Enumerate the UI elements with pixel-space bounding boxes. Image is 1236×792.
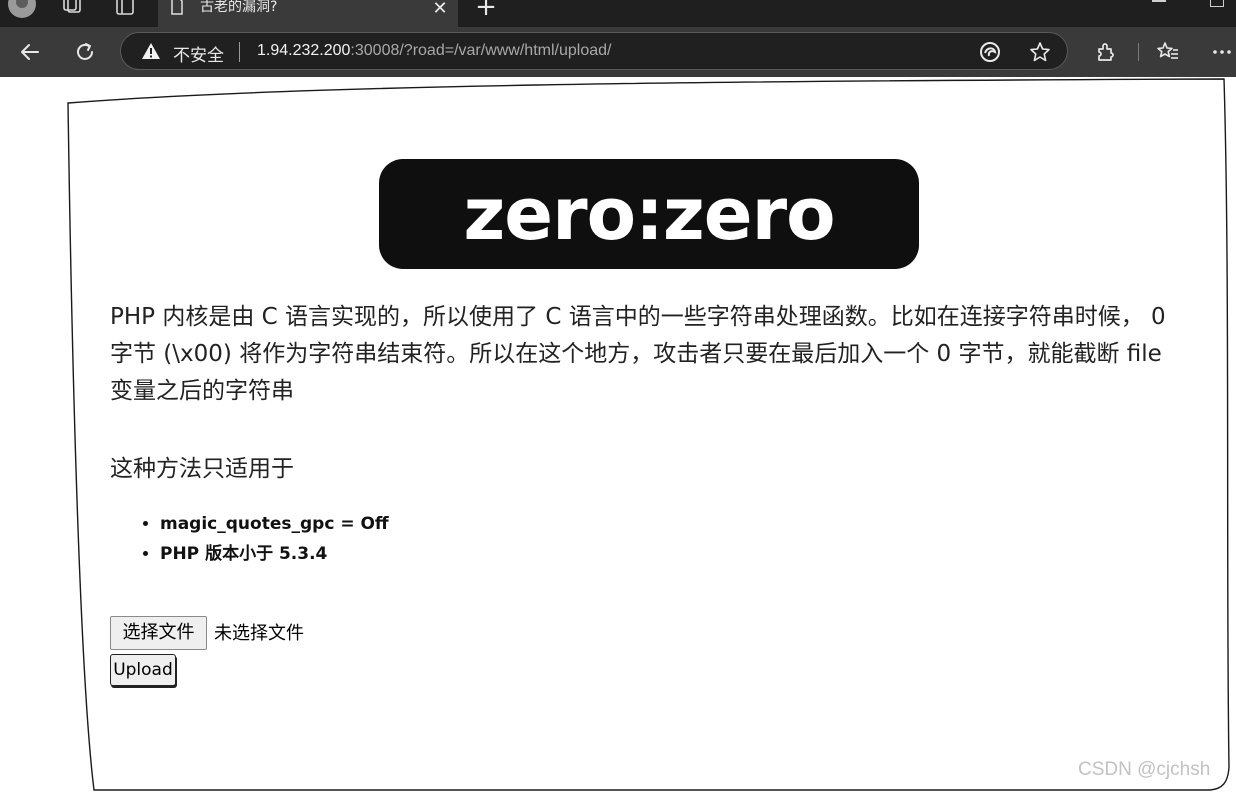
web-page: zero:zero PHP 内核是由 C 语言实现的，所以使用了 C 语言中的一… bbox=[0, 77, 1236, 792]
extensions-icon[interactable] bbox=[1094, 40, 1118, 64]
new-tab-icon[interactable]: + bbox=[474, 0, 498, 20]
conditions-heading: 这种方法只适用于 bbox=[110, 456, 294, 482]
tab-strip: 古老的漏洞? ✕ + bbox=[0, 0, 1236, 27]
watermark: CSDN @cjchsh bbox=[1078, 759, 1211, 780]
security-label[interactable]: 不安全 bbox=[173, 41, 224, 66]
page-icon bbox=[171, 0, 183, 15]
favorite-star-icon[interactable] bbox=[1029, 41, 1051, 63]
tab-title: 古老的漏洞? bbox=[200, 0, 278, 15]
upload-button[interactable]: Upload bbox=[110, 654, 176, 686]
address-bar[interactable]: 不安全 1.94.232.200:30008/?road=/var/www/ht… bbox=[120, 32, 1068, 70]
profile-avatar-icon[interactable] bbox=[8, 0, 36, 18]
vertical-tabs-icon[interactable] bbox=[114, 0, 136, 18]
conditions-list: magic_quotes_gpc = Off PHP 版本小于 5.3.4 bbox=[130, 509, 389, 569]
toolbar-divider bbox=[1138, 43, 1139, 61]
workspaces-icon[interactable] bbox=[60, 0, 82, 18]
description-paragraph: PHP 内核是由 C 语言实现的，所以使用了 C 语言中的一些字符串处理函数。比… bbox=[110, 304, 1166, 404]
file-status-label: 未选择文件 bbox=[214, 623, 304, 644]
url-host: 1.94.232.200 bbox=[257, 42, 351, 59]
active-tab[interactable]: 古老的漏洞? ✕ bbox=[158, 0, 458, 27]
favorites-icon[interactable] bbox=[1156, 40, 1180, 64]
back-icon[interactable] bbox=[18, 40, 42, 64]
url-text[interactable]: 1.94.232.200:30008/?road=/var/www/html/u… bbox=[257, 42, 611, 60]
logo: zero:zero bbox=[379, 159, 919, 269]
warning-icon[interactable] bbox=[141, 42, 161, 60]
url-path: :30008/?road=/var/www/html/upload/ bbox=[350, 42, 612, 59]
immersive-reader-icon[interactable] bbox=[979, 41, 1001, 63]
maximize-icon[interactable] bbox=[1210, 0, 1224, 7]
list-item: PHP 版本小于 5.3.4 bbox=[160, 539, 389, 569]
refresh-icon[interactable] bbox=[73, 40, 97, 64]
tab-close-icon[interactable]: ✕ bbox=[430, 0, 450, 19]
navigation-toolbar: 不安全 1.94.232.200:30008/?road=/var/www/ht… bbox=[0, 27, 1236, 77]
choose-file-button[interactable]: 选择文件 bbox=[110, 616, 207, 650]
logo-text: zero:zero bbox=[463, 172, 835, 256]
list-item: magic_quotes_gpc = Off bbox=[160, 509, 389, 539]
minimize-icon[interactable] bbox=[1152, 0, 1166, 2]
address-divider bbox=[239, 42, 240, 62]
more-menu-icon[interactable] bbox=[1210, 40, 1234, 64]
